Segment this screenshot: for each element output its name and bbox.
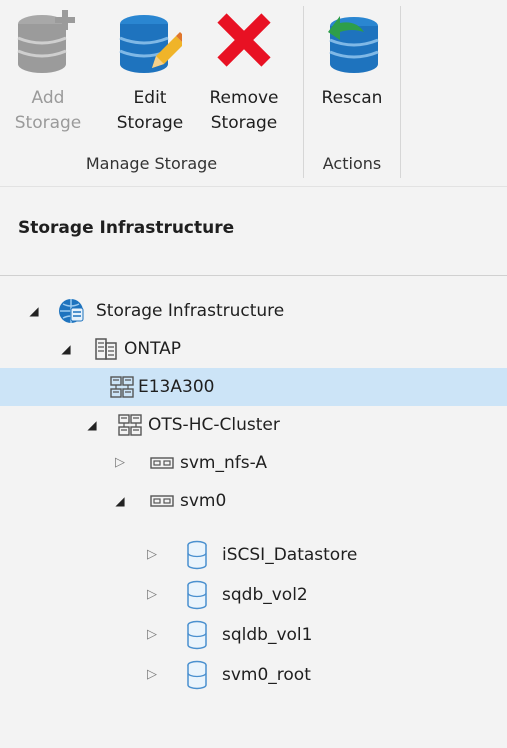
- tree-node-svm0[interactable]: ◢ svm0: [0, 482, 507, 520]
- svm-icon: [150, 451, 174, 475]
- tree-node-iscsi-datastore[interactable]: ▷ iSCSI_Datastore: [0, 536, 507, 574]
- cluster-icon: [110, 375, 134, 399]
- volume-icon: [186, 620, 208, 650]
- tree-node-label: svm0_root: [222, 665, 311, 685]
- expand-toggle-icon[interactable]: ◢: [58, 330, 74, 368]
- tree-node-label: sqdb_vol2: [222, 585, 308, 605]
- tree-node-label: svm0: [180, 491, 227, 511]
- volume-icon: [186, 540, 208, 570]
- add-storage-button[interactable]: Add Storage: [4, 10, 92, 136]
- collapsed-toggle-icon[interactable]: ▷: [144, 536, 160, 574]
- tree-node-storage-infrastructure[interactable]: ◢ Storage Infrastructure: [0, 292, 507, 330]
- tree-node-sqldb-vol1[interactable]: ▷ sqldb_vol1: [0, 616, 507, 654]
- add-storage-label-2: Storage: [14, 113, 82, 133]
- ribbon-toolbar: Add Storage Edit Storage Remove Storage …: [0, 0, 507, 186]
- add-storage-label-1: Add: [31, 88, 65, 108]
- tree-node-svm-nfs-a[interactable]: ▷ svm_nfs-A: [0, 444, 507, 482]
- globe-storage-icon: [58, 298, 84, 324]
- tree-node-label: iSCSI_Datastore: [222, 545, 358, 565]
- collapsed-toggle-icon[interactable]: ▷: [144, 576, 160, 614]
- ribbon-end-divider: [400, 6, 401, 178]
- expand-toggle-icon[interactable]: ◢: [112, 482, 128, 520]
- rescan-button[interactable]: Rescan: [308, 10, 396, 136]
- expand-toggle-icon[interactable]: ◢: [84, 406, 100, 444]
- tree-node-label: svm_nfs-A: [180, 453, 267, 473]
- remove-x-icon: [212, 10, 276, 74]
- cluster-icon: [118, 413, 142, 437]
- database-rescan-icon: [320, 10, 384, 74]
- rescan-label: Rescan: [321, 88, 383, 108]
- edit-storage-label-2: Storage: [116, 113, 184, 133]
- collapsed-toggle-icon[interactable]: ▷: [144, 616, 160, 654]
- panel-divider: [0, 275, 507, 276]
- edit-storage-button[interactable]: Edit Storage: [106, 10, 194, 136]
- tree-node-svm0-root[interactable]: ▷ svm0_root: [0, 656, 507, 694]
- tree-node-label: OTS-HC-Cluster: [148, 415, 280, 435]
- collapsed-toggle-icon[interactable]: ▷: [112, 444, 128, 482]
- remove-storage-label-1: Remove: [209, 88, 279, 108]
- database-add-icon: [16, 10, 80, 74]
- svm-icon: [150, 489, 174, 513]
- actions-group-label: Actions: [322, 154, 382, 173]
- tree-node-ots-hc-cluster[interactable]: ◢ OTS-HC-Cluster: [0, 406, 507, 444]
- ribbon-bottom-border: [0, 186, 507, 187]
- tree-node-ontap[interactable]: ◢ ONTAP: [0, 330, 507, 368]
- actions-group: Rescan Actions: [304, 0, 400, 186]
- remove-storage-button[interactable]: Remove Storage: [200, 10, 288, 136]
- tree-node-sqdb-vol2[interactable]: ▷ sqdb_vol2: [0, 576, 507, 614]
- server-rack-icon: [94, 337, 118, 361]
- collapsed-toggle-icon[interactable]: ▷: [144, 656, 160, 694]
- expand-toggle-icon[interactable]: ◢: [26, 292, 42, 330]
- manage-storage-group-label: Manage Storage: [85, 154, 218, 173]
- tree-node-label: sqldb_vol1: [222, 625, 313, 645]
- volume-icon: [186, 580, 208, 610]
- tree-node-label: Storage Infrastructure: [96, 301, 285, 321]
- volume-icon: [186, 660, 208, 690]
- manage-storage-group: Add Storage Edit Storage Remove Storage …: [0, 0, 303, 186]
- edit-storage-label-1: Edit: [133, 88, 167, 108]
- tree-node-e13a300[interactable]: E13A300: [0, 368, 507, 406]
- tree-node-label: E13A300: [138, 377, 215, 397]
- rescan-label-2: [308, 111, 396, 136]
- tree-node-label: ONTAP: [124, 339, 182, 359]
- panel-title: Storage Infrastructure: [18, 218, 235, 238]
- database-edit-icon: [118, 10, 188, 74]
- remove-storage-label-2: Storage: [210, 113, 278, 133]
